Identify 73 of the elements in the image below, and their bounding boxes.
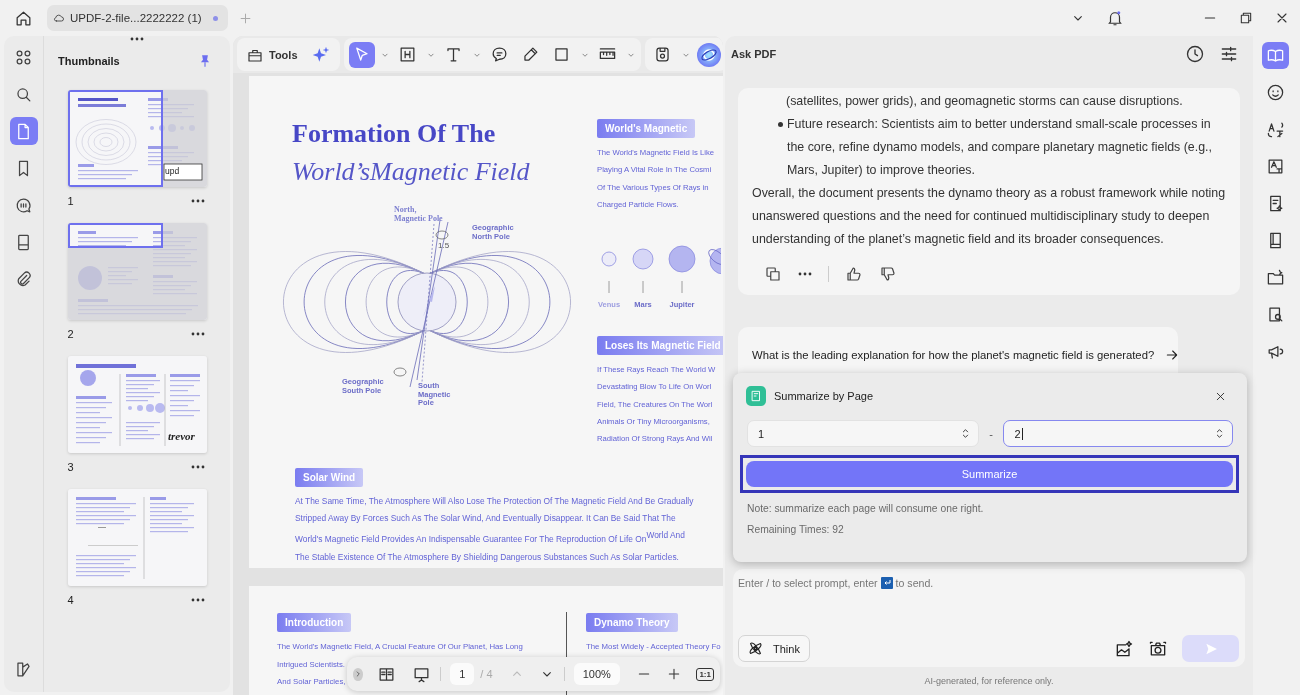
note-text: Note: summarize each page will consume one right.	[747, 503, 985, 514]
page-from-field[interactable]: 1	[747, 420, 979, 447]
page-subtitle: World’sMagnetic Field	[292, 156, 531, 188]
answer-text: Overall, the document presents the dynamo theory as a robust framework while noting unanswered questions and the need for continued multidisciplinary study to deepen understanding of the planet’s magnetic field and its broader consequences.	[752, 185, 1227, 248]
remaining-count: Remaining Times: 92	[747, 524, 845, 535]
list-item: Future research: Scientists aim to better understand small-scale processes in the core, refine dynamo models, and compare planetary magnetic fields (e.g., Mars, Jupiter) to improve theories.	[787, 116, 1213, 179]
atom-icon	[747, 640, 764, 657]
disclaimer: AI-generated, for reference only.	[924, 676, 1054, 686]
input-hint: to send.	[895, 577, 934, 589]
expand-button[interactable]	[353, 667, 364, 681]
cloud-icon	[53, 12, 65, 24]
think-button[interactable]: Think	[738, 635, 810, 662]
square-icon	[552, 45, 571, 64]
home-icon[interactable]	[14, 8, 33, 28]
diagram-label: North, Magnetic Pole	[394, 205, 443, 223]
drag-handle-icon[interactable]	[130, 37, 144, 41]
actual-size-button[interactable]: 1:1	[696, 667, 714, 681]
document-tab[interactable]: UPDF-2-file...2222222 (1)	[47, 5, 228, 31]
restore-icon[interactable]	[1238, 10, 1254, 26]
page-number: 4	[67, 594, 74, 606]
page-thumbnail[interactable]: trevor	[67, 356, 207, 453]
more-icon[interactable]	[190, 465, 205, 469]
section-heading: World's Magnetic	[597, 119, 696, 138]
more-icon[interactable]	[190, 332, 205, 336]
pen-icon	[521, 45, 540, 64]
input-hint: Enter / to select prompt, enter	[738, 577, 878, 589]
folder-icon	[1265, 268, 1285, 287]
image-ai-icon[interactable]	[1114, 638, 1134, 659]
page-title: Formation Of The	[292, 118, 497, 150]
more-icon[interactable]	[190, 199, 205, 203]
page-thumbnail[interactable]: upd	[67, 90, 207, 187]
panel-title: Ask PDF	[731, 48, 778, 60]
status-dot	[212, 15, 218, 21]
bell-icon[interactable]	[1106, 9, 1124, 27]
section-heading: Solar Wind	[295, 467, 364, 487]
ask-pdf-button[interactable]	[1261, 42, 1289, 69]
stamp-icon	[653, 45, 672, 64]
section-heading: Dynamo Theory	[586, 613, 678, 632]
page-thumbnail[interactable]	[67, 489, 207, 586]
answer-text: (satellites, power grids), and geomagnetic storms can cause disruptions.	[785, 93, 1184, 110]
page-thumbnail[interactable]	[67, 223, 207, 320]
page-number-field[interactable]: 1	[450, 663, 475, 685]
smiley-icon	[1265, 83, 1285, 102]
dialog-title: Summarize by Page	[774, 390, 875, 402]
summarize-button[interactable]: Summarize	[746, 461, 1233, 487]
page-number: 3	[67, 461, 74, 473]
letter-h-box-icon	[398, 45, 417, 64]
range-separator: -	[988, 427, 994, 440]
diagram-label: 1.5	[438, 241, 450, 250]
section-heading: Loses Its Magnetic Field	[597, 336, 723, 356]
settings-icon[interactable]	[1219, 44, 1239, 64]
prompt-input[interactable]: Enter / to select prompt, enter to send. Think	[733, 569, 1245, 667]
pages-button[interactable]	[9, 117, 38, 145]
ai-assistant-button[interactable]	[695, 41, 722, 68]
enter-key-icon	[880, 577, 893, 589]
page-number: 2	[67, 328, 74, 340]
copy-icon[interactable]	[764, 265, 782, 283]
section-heading: Introduction	[277, 613, 352, 632]
page-count: / 4	[480, 668, 493, 680]
more-icon[interactable]	[798, 272, 812, 276]
page-number: 1	[67, 195, 74, 207]
letter-t-icon	[444, 45, 463, 64]
thumbs-down-icon[interactable]	[879, 265, 897, 283]
zoom-field[interactable]: 100%	[573, 663, 620, 685]
history-icon[interactable]	[1185, 44, 1205, 64]
more-icon[interactable]	[190, 598, 205, 602]
page-to-field[interactable]: 2	[1003, 420, 1233, 447]
thumbs-up-icon[interactable]	[845, 265, 863, 283]
panel-title: Thumbnails	[58, 54, 120, 67]
bullet-icon	[778, 122, 783, 127]
select-tool[interactable]	[348, 41, 375, 68]
translate-icon	[1265, 120, 1285, 139]
speech-bubble-icon	[490, 45, 509, 64]
